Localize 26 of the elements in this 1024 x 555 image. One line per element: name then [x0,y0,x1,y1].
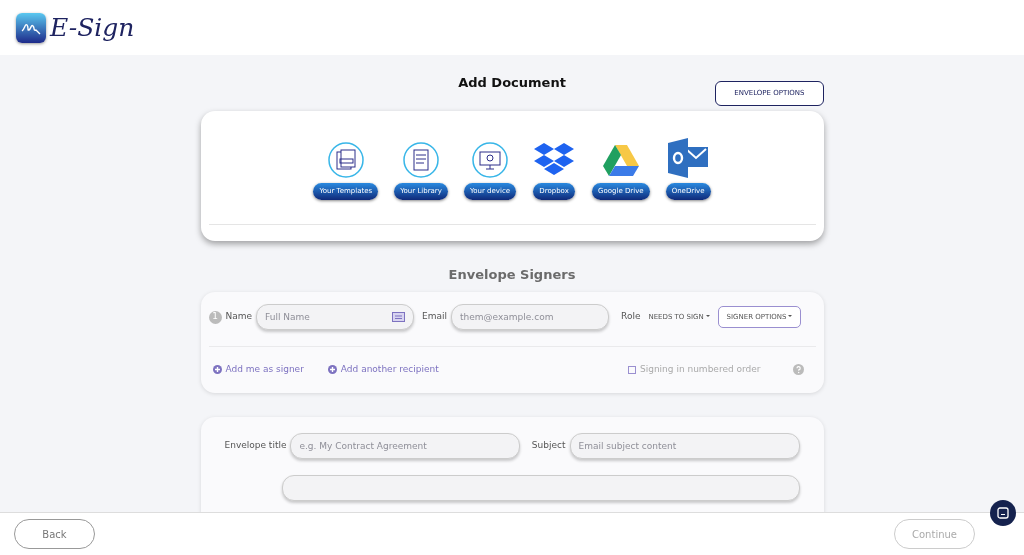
back-button[interactable]: Back [14,519,95,549]
email-body-field[interactable] [281,474,800,501]
field-label: Email [422,310,448,324]
field-label: Envelope title [224,438,287,452]
plus-icon[interactable] [212,365,222,375]
logo-text: E-Sign [50,11,135,44]
chat-icon[interactable] [990,500,1016,526]
subject-field[interactable]: Email subject content [569,432,800,459]
envelope-title-field[interactable]: e.g. My Contract Agreement [290,432,521,459]
section-title: Envelope Signers [447,265,577,284]
envelope-icon[interactable] [666,137,711,179]
document-icon[interactable] [326,141,365,179]
name-field[interactable]: Full Name [256,304,415,330]
section-title: Add Document [458,74,566,93]
contact-card-icon[interactable] [392,312,406,322]
field-label: Subject [531,438,566,452]
add-signer-link[interactable]: Add me as signer [212,363,304,377]
devices-icon[interactable] [470,141,509,179]
field-label: Name [225,310,253,324]
order-number: 1 [208,310,222,324]
logo-icon [16,12,46,43]
plus-icon[interactable] [327,365,337,375]
field-label: Role [621,310,641,324]
document-icon[interactable] [402,141,441,179]
add-recipient-link[interactable]: Add another recipient [327,363,439,377]
email-field[interactable]: them@example.com [451,304,610,330]
